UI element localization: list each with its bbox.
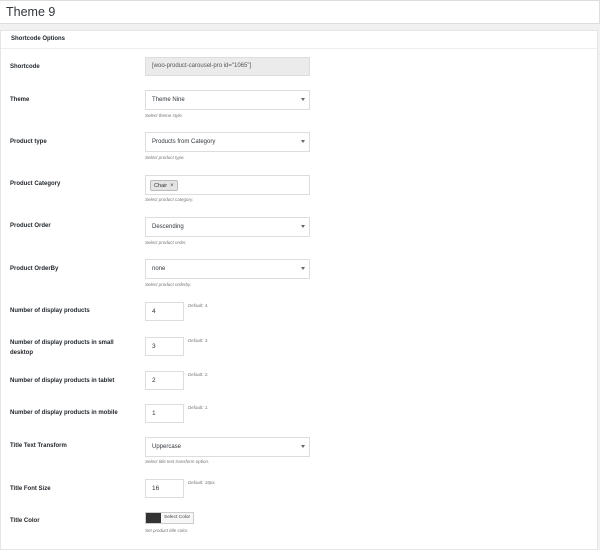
title-transform-select-value: Uppercase bbox=[152, 444, 182, 450]
product-orderby-label: Product OrderBy bbox=[10, 266, 59, 272]
product-category-label: Product Category bbox=[10, 181, 61, 187]
product-orderby-select-value: none bbox=[152, 266, 166, 272]
display-small-desktop-label: Number of display products in small desk… bbox=[10, 340, 114, 356]
product-order-help: Select product order. bbox=[145, 240, 187, 245]
display-products-label: Number of display products bbox=[10, 308, 90, 314]
product-category-multiselect[interactable]: Chair × bbox=[145, 175, 310, 195]
post-title-input[interactable] bbox=[0, 1, 599, 23]
product-order-label: Product Order bbox=[10, 223, 51, 229]
product-order-select[interactable]: Descending bbox=[145, 217, 310, 237]
title-color-help: Set product title color. bbox=[145, 528, 189, 533]
theme-select[interactable]: Theme Nine bbox=[145, 90, 310, 110]
chevron-down-icon bbox=[301, 267, 305, 270]
category-chip: Chair × bbox=[150, 180, 178, 191]
select-color-label: Select Color bbox=[164, 515, 191, 520]
display-tablet-input[interactable]: 2 bbox=[145, 371, 184, 390]
chevron-down-icon bbox=[301, 140, 305, 143]
shortcode-value[interactable]: [woo-product-carousel-pro id="1065"] bbox=[145, 57, 310, 76]
title-color-picker-button[interactable]: Select Color bbox=[145, 512, 194, 524]
product-category-help: Select product category. bbox=[145, 197, 194, 202]
panel-title: Shortcode Options bbox=[11, 36, 65, 42]
display-small-desktop-default: Default: 3. bbox=[188, 338, 209, 343]
display-tablet-label: Number of display products in tablet bbox=[10, 378, 115, 384]
display-mobile-default: Default: 1. bbox=[188, 405, 209, 410]
color-swatch bbox=[146, 513, 161, 523]
product-type-label: Product type bbox=[10, 139, 47, 145]
category-chip-label: Chair bbox=[154, 183, 168, 189]
title-font-size-input[interactable]: 16 bbox=[145, 479, 184, 498]
display-small-desktop-input[interactable]: 3 bbox=[145, 337, 184, 356]
display-products-input[interactable]: 4 bbox=[145, 302, 184, 321]
title-transform-select[interactable]: Uppercase bbox=[145, 437, 310, 457]
display-tablet-default: Default: 2. bbox=[188, 372, 209, 377]
panel-header: Shortcode Options bbox=[1, 31, 597, 49]
product-order-select-value: Descending bbox=[152, 224, 184, 230]
display-mobile-input[interactable]: 1 bbox=[145, 404, 184, 423]
post-title-field[interactable] bbox=[0, 0, 600, 24]
theme-select-value: Theme Nine bbox=[152, 97, 185, 103]
title-transform-help: Select title text transform option. bbox=[145, 459, 210, 464]
product-type-select[interactable]: Products from Category bbox=[145, 132, 310, 152]
product-orderby-select[interactable]: none bbox=[145, 259, 310, 279]
theme-help: Select theme style. bbox=[145, 113, 184, 118]
display-mobile-label: Number of display products in mobile bbox=[10, 410, 118, 416]
chevron-down-icon bbox=[301, 98, 305, 101]
title-transform-label: Title Text Transform bbox=[10, 443, 67, 449]
chevron-down-icon bbox=[301, 225, 305, 228]
product-type-help: Select product type. bbox=[145, 155, 185, 160]
shortcode-label: Shortcode bbox=[10, 64, 40, 70]
close-icon[interactable]: × bbox=[170, 183, 174, 189]
display-products-default: Default: 4. bbox=[188, 303, 209, 308]
title-font-size-label: Title Font Size bbox=[10, 486, 51, 492]
chevron-down-icon bbox=[301, 445, 305, 448]
theme-label: Theme bbox=[10, 97, 30, 103]
product-type-select-value: Products from Category bbox=[152, 139, 216, 145]
product-orderby-help: Select product orderby. bbox=[145, 282, 192, 287]
title-font-size-default: Default: 18px. bbox=[188, 480, 216, 485]
title-color-label: Title Color bbox=[10, 518, 40, 524]
